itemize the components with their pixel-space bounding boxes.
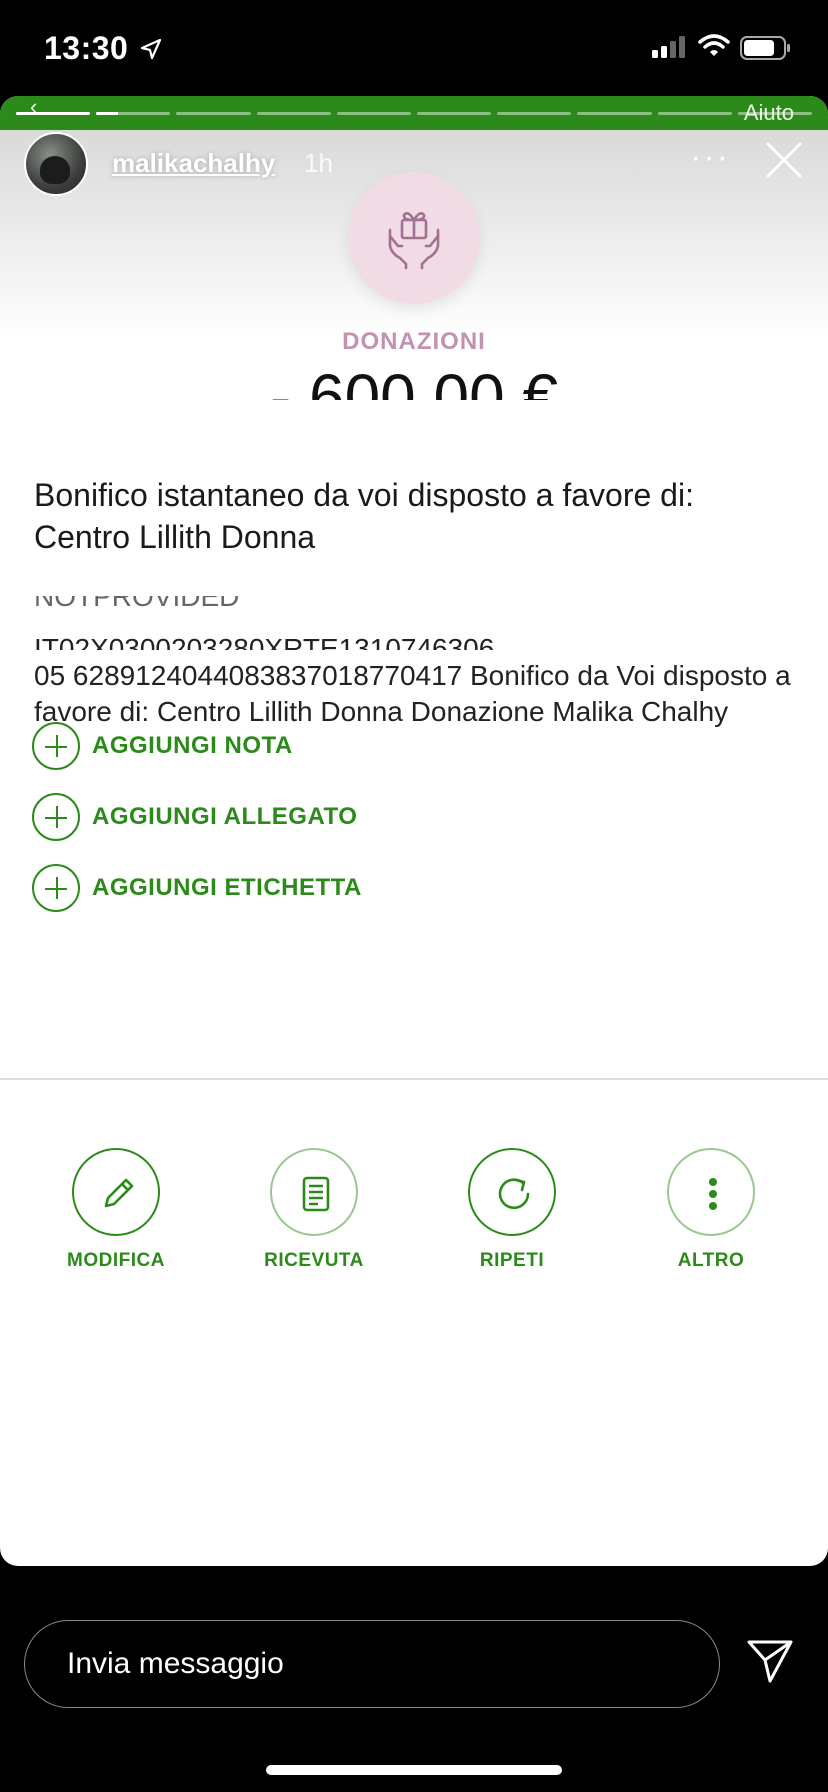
progress-segment-fill [96, 112, 119, 115]
repeat-icon [498, 1178, 530, 1210]
transaction-amount: - 600,00 € [269, 361, 559, 400]
plus-icon [32, 793, 80, 841]
add-attachment-button[interactable]: AGGIUNGI ALLEGATO [32, 793, 357, 841]
status-time: 13:30 [44, 30, 129, 66]
story-card: ‹ Aiuto malikachalhy 1h ··· DONAZIONI - … [0, 96, 828, 1566]
progress-segment [96, 112, 171, 115]
wifi-icon [698, 34, 730, 56]
add-tag-label: AGGIUNGI ETICHETTA [92, 874, 362, 901]
repeat-button[interactable]: RIPETI [432, 1148, 592, 1272]
username[interactable]: malikachalhy [112, 148, 275, 179]
home-indicator [266, 1765, 562, 1775]
divider [0, 1078, 828, 1080]
progress-segment [657, 112, 732, 115]
plus-icon [32, 722, 80, 770]
receipt-label: RICEVUTA [264, 1250, 364, 1271]
message-input[interactable]: Invia messaggio [24, 1620, 720, 1708]
progress-segment-fill [16, 112, 91, 115]
vertical-dots-icon [709, 1178, 717, 1210]
category-icon-circle [348, 172, 480, 304]
more-circle [667, 1148, 755, 1236]
transaction-reference: NOTPROVIDED IT02X0300203280XRTE131074630… [34, 596, 814, 730]
close-icon[interactable] [764, 140, 804, 180]
avatar-photo [40, 156, 70, 184]
edit-label: MODIFICA [67, 1250, 165, 1271]
progress-segment [256, 112, 331, 115]
pencil-icon [104, 1178, 134, 1208]
repeat-circle [468, 1148, 556, 1236]
transaction-details: 05 6289124044083837018770417 Bonifico da… [34, 660, 791, 727]
progress-segment [417, 112, 492, 115]
more-button[interactable]: ALTRO [631, 1148, 791, 1272]
progress-segment [737, 112, 813, 115]
progress-segment [336, 112, 412, 115]
receipt-button[interactable]: RICEVUTA [234, 1148, 394, 1272]
add-tag-button[interactable]: AGGIUNGI ETICHETTA [32, 864, 362, 912]
location-arrow-icon [140, 38, 162, 60]
more-options-icon[interactable]: ··· [690, 140, 730, 174]
status-bar: 13:30 [0, 0, 828, 96]
progress-segment [577, 112, 652, 115]
edit-button[interactable]: MODIFICA [36, 1148, 196, 1272]
plus-icon [32, 864, 80, 912]
reference-line: IT02X0300203280XRTE1310746306 [34, 633, 495, 650]
edit-circle [72, 1148, 160, 1236]
add-note-button[interactable]: AGGIUNGI NOTA [32, 722, 293, 770]
transaction-description: Bonifico istantaneo da voi disposto a fa… [34, 477, 694, 555]
battery-icon [740, 36, 790, 60]
reference-line: NOTPROVIDED [34, 596, 814, 610]
time-ago: 1h [304, 148, 333, 178]
send-icon[interactable] [746, 1638, 794, 1684]
repeat-label: RIPETI [479, 1250, 545, 1271]
gift-hands-icon [388, 212, 440, 270]
progress-segment [176, 112, 251, 115]
story-progress [16, 112, 813, 116]
more-label: ALTRO [677, 1250, 745, 1271]
receipt-circle [270, 1148, 358, 1236]
message-placeholder: Invia messaggio [67, 1647, 284, 1680]
progress-segment [497, 112, 572, 115]
avatar[interactable] [24, 132, 88, 196]
receipt-icon [302, 1176, 330, 1212]
cellular-signal-icon [652, 36, 685, 58]
back-chevron-icon[interactable]: ‹ [30, 96, 37, 120]
add-note-label: AGGIUNGI NOTA [92, 732, 293, 759]
progress-segment [16, 112, 91, 115]
category-label: DONAZIONI [342, 328, 486, 355]
add-attachment-label: AGGIUNGI ALLEGATO [92, 803, 358, 830]
